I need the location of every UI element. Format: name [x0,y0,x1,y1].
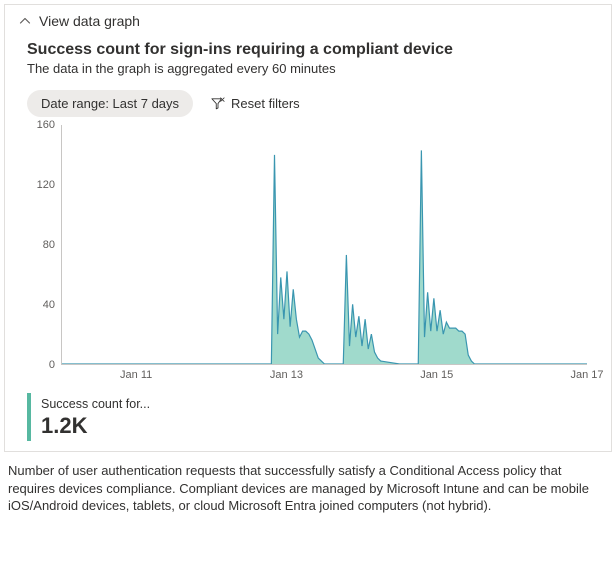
data-graph-panel: View data graph Success count for sign-i… [4,4,612,452]
y-axis-labels: 04080120160 [27,125,59,365]
chevron-up-icon [19,15,31,27]
metric-description: Number of user authentication requests t… [8,462,608,515]
y-tick-label: 80 [43,239,55,251]
chart-area: 04080120160 Jan 11Jan 13Jan 15Jan 17 [27,125,589,383]
chart-subtitle: The data in the graph is aggregated ever… [27,61,593,76]
chart-plot[interactable] [61,125,587,365]
x-tick-label: Jan 11 [120,369,152,381]
summary-label: Success count for... [41,397,261,411]
reset-filters-label: Reset filters [231,96,300,111]
filter-row: Date range: Last 7 days Reset filters [27,90,593,117]
y-tick-label: 0 [49,359,55,371]
filter-clear-icon [211,97,225,111]
x-tick-label: Jan 15 [420,369,453,381]
summary-card[interactable]: Success count for... 1.2K [27,393,261,441]
y-tick-label: 40 [43,299,55,311]
chart-title: Success count for sign-ins requiring a c… [27,41,593,59]
reset-filters-button[interactable]: Reset filters [205,92,306,115]
collapse-header[interactable]: View data graph [5,5,611,35]
panel-title: View data graph [39,13,140,29]
y-tick-label: 120 [37,179,55,191]
date-range-filter[interactable]: Date range: Last 7 days [27,90,193,117]
x-tick-label: Jan 17 [570,369,603,381]
x-tick-label: Jan 13 [270,369,303,381]
panel-content: Success count for sign-ins requiring a c… [5,35,611,451]
y-tick-label: 160 [37,119,55,131]
summary-value: 1.2K [41,413,261,439]
